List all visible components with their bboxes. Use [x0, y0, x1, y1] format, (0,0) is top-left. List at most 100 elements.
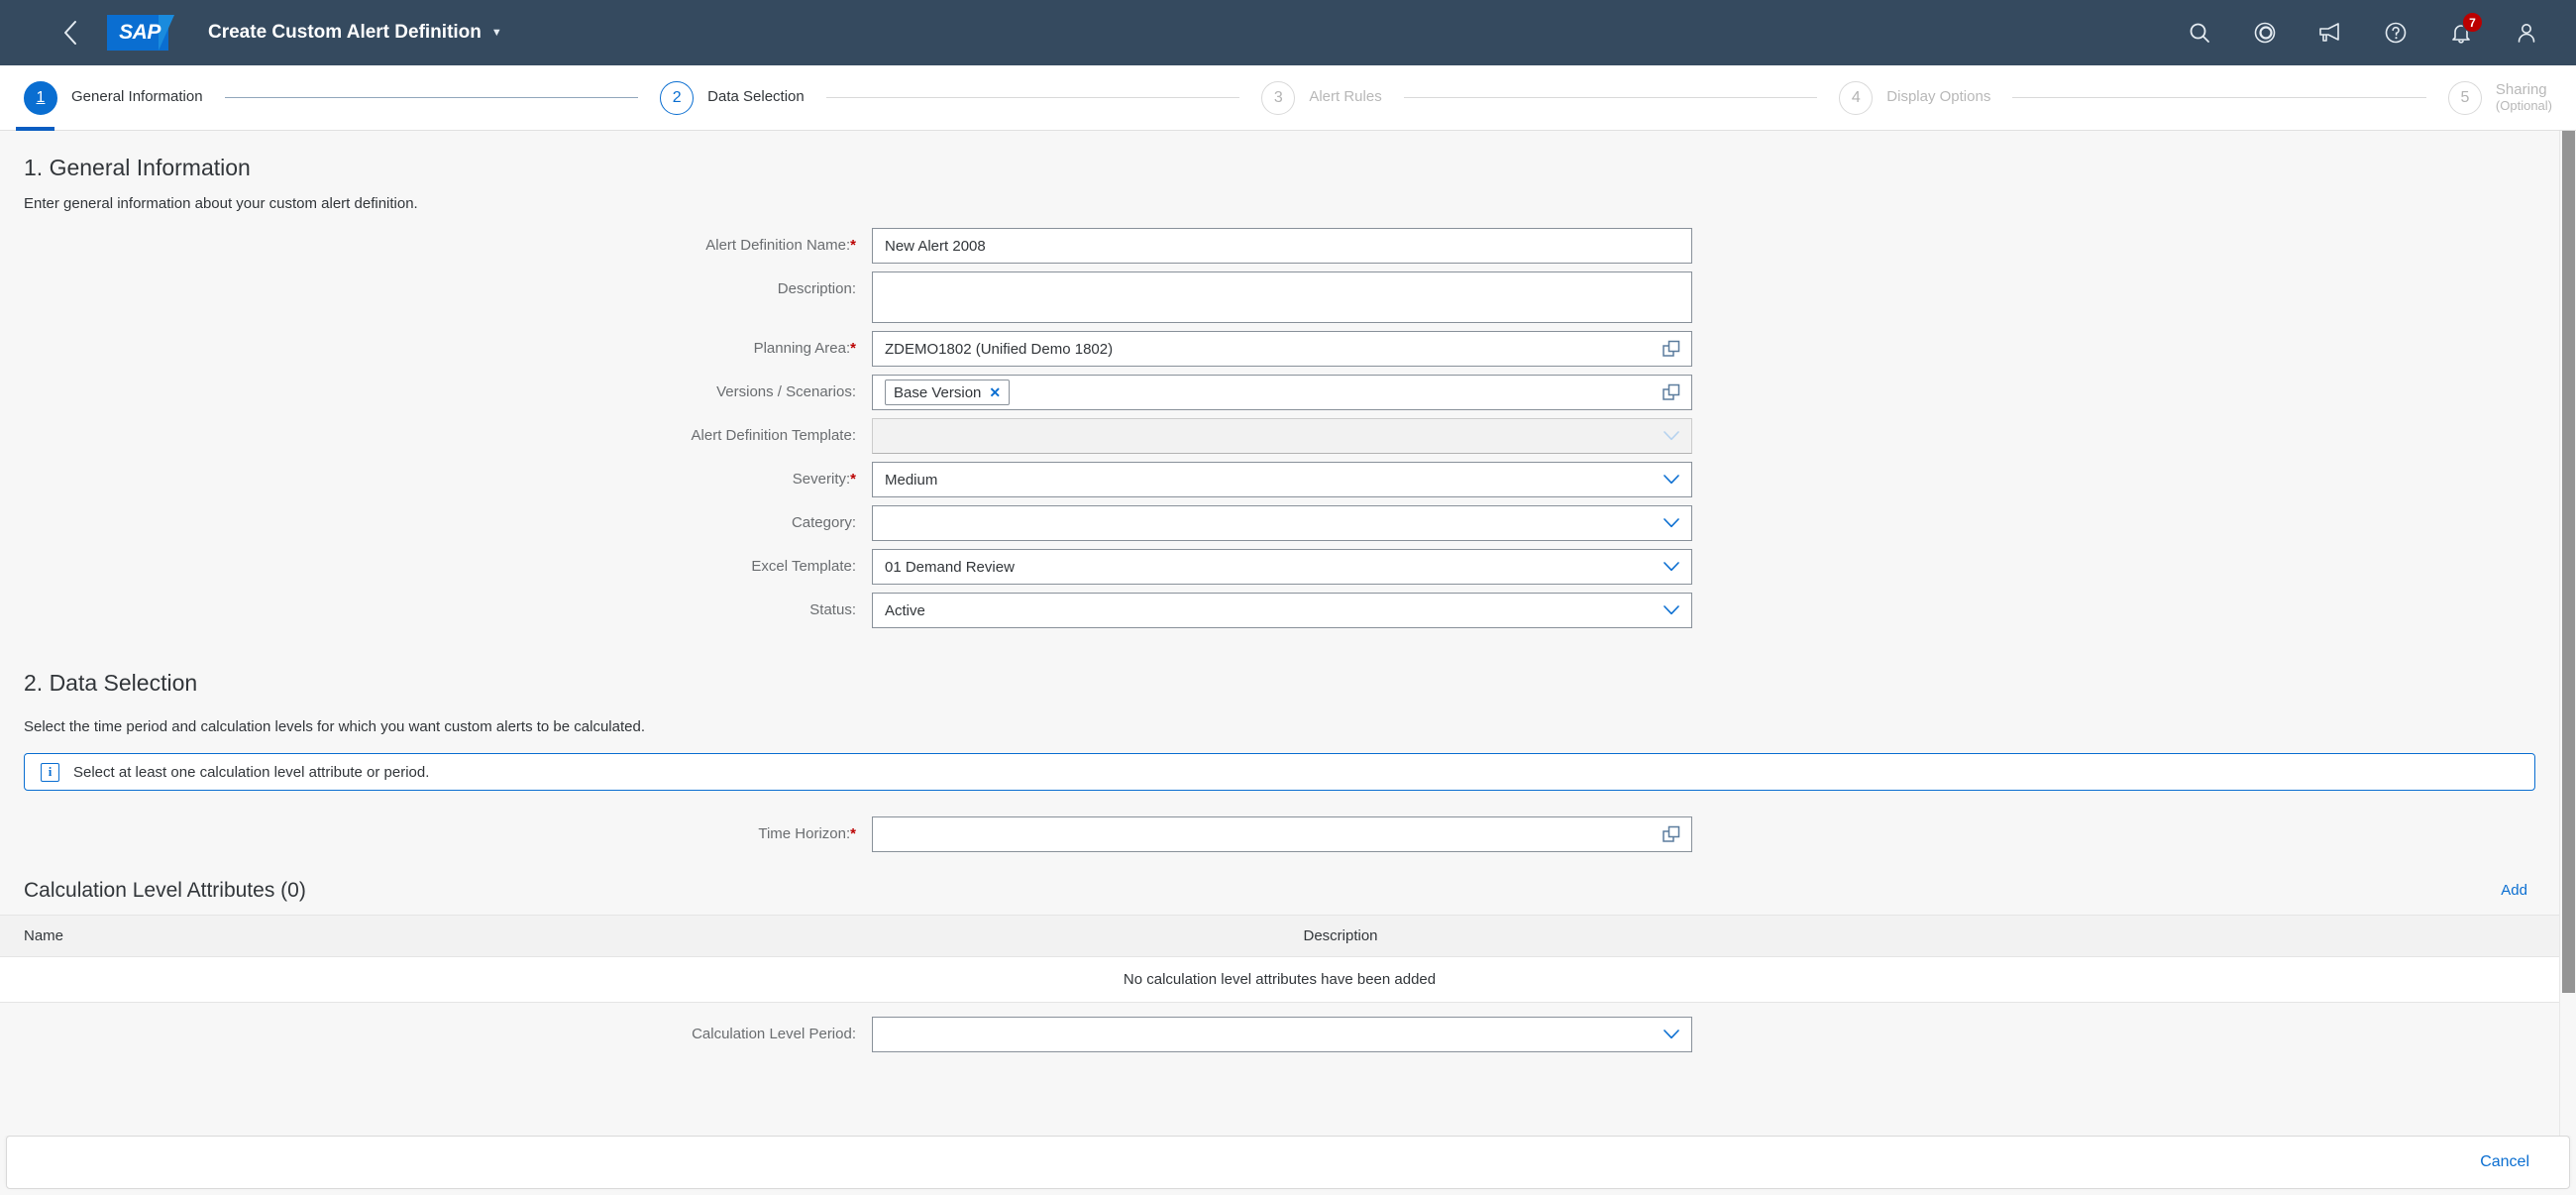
label-alert-definition-template: Alert Definition Template:: [0, 418, 872, 444]
wizard-step-5-label: Sharing: [2496, 82, 2552, 99]
status-dropdown-button[interactable]: [1652, 594, 1691, 627]
help-icon: [2384, 21, 2408, 45]
wizard-step-3-label: Alert Rules: [1309, 89, 1381, 106]
user-avatar-icon: [2515, 21, 2538, 45]
label-planning-area-text: Planning Area:: [754, 340, 851, 357]
calculation-level-period-dropdown-button[interactable]: [1652, 1018, 1691, 1051]
label-severity: Severity:*: [0, 462, 872, 488]
form-row-time-horizon: Time Horizon:*: [0, 816, 2559, 852]
search-button[interactable]: [2178, 11, 2221, 54]
back-button[interactable]: [48, 10, 93, 55]
wizard-step-3-labels: Alert Rules: [1309, 89, 1381, 106]
calculation-level-period-select[interactable]: [872, 1017, 1692, 1052]
planning-area-value-help-button[interactable]: [1652, 332, 1691, 366]
chevron-down-icon: ▼: [491, 27, 502, 39]
column-header-name[interactable]: Name: [0, 916, 1280, 957]
chevron-down-icon: [1664, 605, 1679, 615]
field-status: Active: [872, 593, 1692, 628]
category-select[interactable]: [872, 505, 1692, 541]
field-alert-definition-template: [872, 418, 1692, 454]
wizard-step-5-sublabel: (Optional): [2496, 99, 2552, 114]
excel-template-select[interactable]: 01 Demand Review: [872, 549, 1692, 585]
status-select[interactable]: Active: [872, 593, 1692, 628]
token-label: Base Version: [894, 384, 981, 401]
announcements-button[interactable]: [2308, 11, 2352, 54]
wizard-step-general-information[interactable]: 1 General Information: [24, 81, 203, 115]
form-row-severity: Severity:* Medium: [0, 462, 2559, 497]
field-category: [872, 505, 1692, 541]
label-calculation-level-period: Calculation Level Period:: [0, 1017, 872, 1042]
wizard-step-1-labels: General Information: [71, 89, 203, 106]
form-row-status: Status: Active: [0, 593, 2559, 628]
search-icon: [2188, 21, 2211, 45]
cancel-button[interactable]: Cancel: [2468, 1147, 2541, 1177]
versions-scenarios-multiinput[interactable]: Base Version ✕: [872, 375, 1692, 410]
label-time-horizon-text: Time Horizon:: [758, 825, 850, 842]
severity-dropdown-button[interactable]: [1652, 463, 1691, 496]
wizard-step-3-number: 3: [1261, 81, 1295, 115]
label-alert-definition-name-text: Alert Definition Name:: [705, 237, 850, 254]
vertical-scrollbar-thumb[interactable]: [2562, 131, 2575, 993]
label-excel-template: Excel Template:: [0, 549, 872, 575]
table-empty-message: No calculation level attributes have bee…: [0, 957, 2559, 1003]
app-title-text: Create Custom Alert Definition: [208, 22, 482, 44]
chevron-down-icon: [1664, 475, 1679, 485]
planning-area-input[interactable]: ZDEMO1802 (Unified Demo 1802): [872, 331, 1692, 367]
label-category: Category:: [0, 505, 872, 531]
sap-logo[interactable]: SAP: [107, 15, 178, 51]
excel-template-dropdown-button[interactable]: [1652, 550, 1691, 584]
megaphone-icon: [2317, 21, 2343, 45]
app-title[interactable]: Create Custom Alert Definition ▼: [208, 22, 502, 44]
form-row-versions-scenarios: Versions / Scenarios: Base Version ✕: [0, 375, 2559, 410]
chevron-down-icon: [1664, 431, 1679, 441]
calculation-level-attributes-toolbar: Calculation Level Attributes (0) Add: [0, 860, 2559, 915]
wizard-step-alert-rules: 3 Alert Rules: [1261, 81, 1381, 115]
content-scroll-area[interactable]: 1. General Information Enter general inf…: [0, 131, 2576, 1136]
data-selection-description: Select the time period and calculation l…: [0, 697, 2559, 735]
field-versions-scenarios: Base Version ✕: [872, 375, 1692, 410]
logo-text: SAP: [119, 21, 161, 45]
form-row-alert-definition-template: Alert Definition Template:: [0, 418, 2559, 454]
wizard-connector-4: [2012, 97, 2426, 98]
time-horizon-value-help-button[interactable]: [1652, 817, 1691, 851]
vertical-scrollbar[interactable]: [2559, 131, 2576, 1136]
wizard-connector-2: [826, 97, 1240, 98]
help-button[interactable]: [2374, 11, 2417, 54]
category-dropdown-button[interactable]: [1652, 506, 1691, 540]
field-description: [872, 272, 1692, 323]
alert-definition-name-input[interactable]: New Alert 2008: [872, 228, 1692, 264]
notifications-button[interactable]: 7: [2439, 11, 2483, 54]
time-horizon-input[interactable]: [872, 816, 1692, 852]
chevron-down-icon: [1664, 562, 1679, 572]
required-marker: *: [850, 471, 856, 488]
alert-definition-template-select: [872, 418, 1692, 454]
versions-scenarios-value-help-button[interactable]: [1652, 376, 1691, 409]
token-remove-icon[interactable]: ✕: [989, 384, 1001, 401]
wizard-connector-1: [225, 97, 639, 98]
column-header-description[interactable]: Description: [1280, 916, 2560, 957]
calculation-level-attributes-title: Calculation Level Attributes (0): [24, 879, 306, 903]
user-avatar-button[interactable]: [2505, 11, 2548, 54]
label-versions-scenarios: Versions / Scenarios:: [0, 375, 872, 400]
copilot-icon: [2253, 21, 2277, 45]
alert-definition-template-dropdown-button: [1652, 419, 1691, 453]
description-textarea[interactable]: [872, 272, 1692, 323]
field-planning-area: ZDEMO1802 (Unified Demo 1802): [872, 331, 1692, 367]
copilot-button[interactable]: [2243, 11, 2287, 54]
label-planning-area: Planning Area:*: [0, 331, 872, 357]
shell-bar: SAP Create Custom Alert Definition ▼: [0, 0, 2576, 65]
wizard-step-2-label: Data Selection: [707, 89, 805, 106]
application-root: SAP Create Custom Alert Definition ▼: [0, 0, 2576, 1195]
form-row-calculation-level-period: Calculation Level Period:: [0, 1017, 2559, 1052]
wizard-step-4-number: 4: [1839, 81, 1873, 115]
severity-select[interactable]: Medium: [872, 462, 1692, 497]
general-information-heading: 1. General Information: [0, 131, 2559, 181]
add-attribute-button[interactable]: Add: [2493, 878, 2535, 903]
field-alert-definition-name: New Alert 2008: [872, 228, 1692, 264]
wizard-connector-3: [1404, 97, 1818, 98]
token-base-version[interactable]: Base Version ✕: [885, 380, 1010, 405]
wizard-step-data-selection[interactable]: 2 Data Selection: [660, 81, 805, 115]
chevron-left-icon: [62, 20, 78, 46]
required-marker: *: [850, 237, 856, 254]
notification-count-badge: 7: [2462, 12, 2483, 33]
